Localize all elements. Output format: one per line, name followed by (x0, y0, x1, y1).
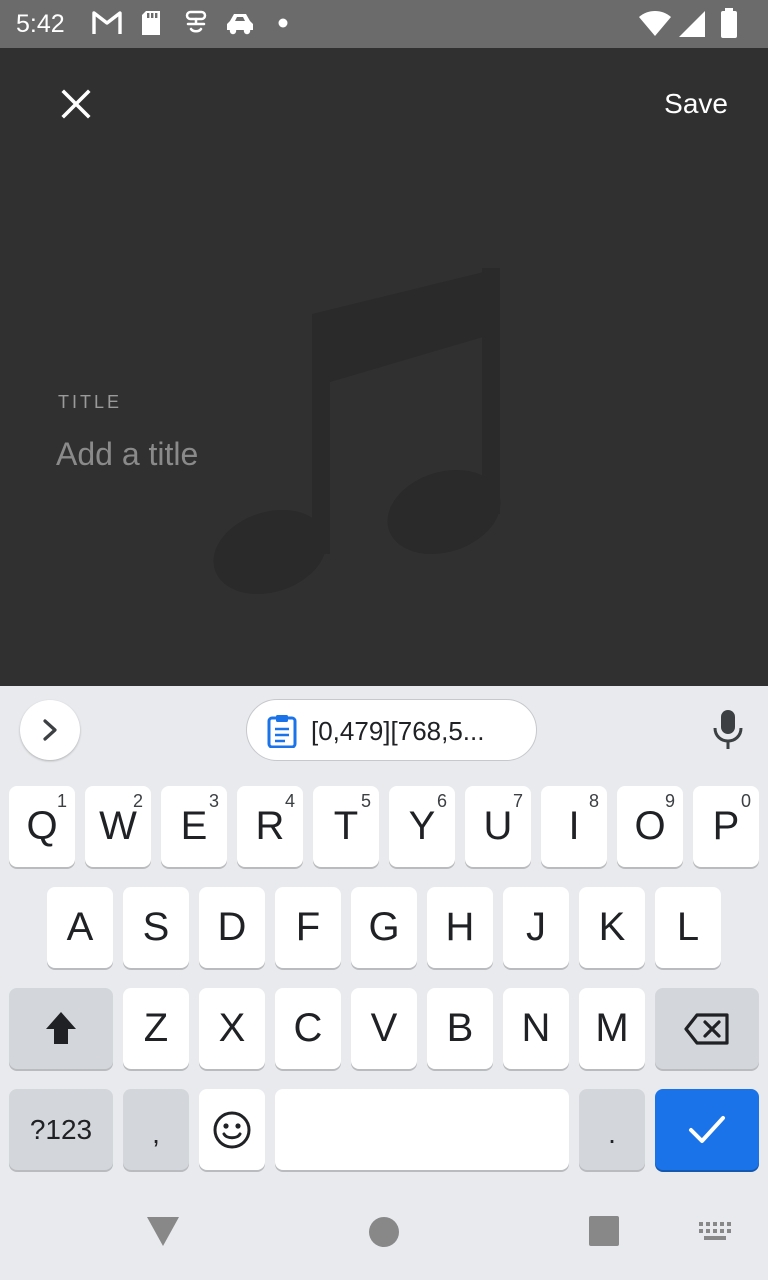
done-key[interactable] (655, 1089, 759, 1170)
shift-icon (46, 1012, 76, 1044)
key-y[interactable]: Y6 (389, 786, 455, 867)
key-j[interactable]: J (503, 887, 569, 968)
key-k[interactable]: K (579, 887, 645, 968)
key-a[interactable]: A (47, 887, 113, 968)
symbols-key[interactable]: ?123 (9, 1089, 113, 1170)
recents-icon[interactable] (589, 1216, 619, 1246)
expand-toolbar-button[interactable] (20, 700, 80, 760)
title-label: TITLE (58, 392, 123, 412)
key-f[interactable]: F (275, 887, 341, 968)
key-c[interactable]: C (275, 988, 341, 1069)
status-bar: 5:42 (0, 0, 768, 48)
dot-icon (278, 18, 288, 28)
status-time: 5:42 (16, 10, 65, 38)
battery-icon (721, 8, 737, 38)
key-r[interactable]: R4 (237, 786, 303, 867)
key-s[interactable]: S (123, 887, 189, 968)
key-d[interactable]: D (199, 887, 265, 968)
edit-title-screen: Save TITLE (0, 48, 768, 686)
microphone-icon[interactable] (706, 708, 750, 752)
key-i[interactable]: I8 (541, 786, 607, 867)
key-l[interactable]: L (655, 887, 721, 968)
key-q[interactable]: Q1 (9, 786, 75, 867)
key-x[interactable]: X (199, 988, 265, 1069)
sd-card-icon (142, 11, 160, 35)
key-o[interactable]: O9 (617, 786, 683, 867)
backspace-icon (684, 1013, 729, 1045)
comma-key[interactable]: , (123, 1089, 189, 1170)
key-h[interactable]: H (427, 887, 493, 968)
key-w[interactable]: W2 (85, 786, 151, 867)
close-button[interactable] (44, 72, 108, 136)
key-b[interactable]: B (427, 988, 493, 1069)
chevron-right-icon (43, 719, 57, 741)
period-key[interactable]: . (579, 1089, 645, 1170)
key-m[interactable]: M (579, 988, 645, 1069)
key-u[interactable]: U7 (465, 786, 531, 867)
navigation-bar (0, 1182, 768, 1280)
space-key[interactable] (275, 1089, 569, 1170)
key-p[interactable]: P0 (693, 786, 759, 867)
save-button[interactable]: Save (664, 84, 728, 124)
checkmark-icon (689, 1116, 725, 1143)
key-t[interactable]: T5 (313, 786, 379, 867)
backspace-key[interactable] (655, 988, 759, 1069)
accessibility-icon (185, 10, 207, 33)
signal-icon (679, 11, 705, 37)
emoji-key[interactable] (199, 1089, 265, 1170)
clipboard-icon (267, 715, 297, 748)
keyboard-switch-icon[interactable] (698, 1220, 732, 1242)
home-icon[interactable] (368, 1216, 400, 1248)
emoji-icon (213, 1111, 251, 1149)
key-z[interactable]: Z (123, 988, 189, 1069)
back-icon[interactable] (145, 1214, 181, 1248)
clipboard-suggestion-text: [0,479][768,5... (311, 716, 485, 746)
key-e[interactable]: E3 (161, 786, 227, 867)
key-n[interactable]: N (503, 988, 569, 1069)
gmail-icon (92, 11, 122, 34)
key-v[interactable]: V (351, 988, 417, 1069)
wifi-icon (639, 11, 671, 36)
key-g[interactable]: G (351, 887, 417, 968)
close-icon (61, 89, 91, 119)
status-system-icons (608, 0, 768, 48)
title-input[interactable] (56, 430, 716, 478)
clipboard-suggestion-chip[interactable]: [0,479][768,5... (246, 699, 537, 761)
shift-key[interactable] (9, 988, 113, 1069)
keyboard-toolbar: [0,479][768,5... (0, 686, 768, 776)
car-icon (227, 14, 253, 35)
